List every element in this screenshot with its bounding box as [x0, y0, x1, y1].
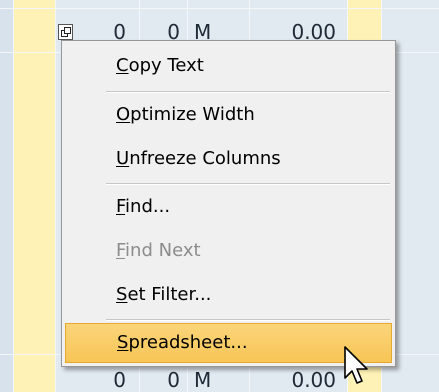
- menu-item-label: Copy Text: [116, 55, 204, 76]
- row-details-icon[interactable]: [58, 24, 73, 40]
- grid-cell-bottom-4: 0.00: [291, 368, 336, 392]
- menu-item-find[interactable]: Find...: [65, 188, 392, 228]
- grid-cell-bottom-3: M: [194, 368, 212, 392]
- menu-separator: [106, 319, 390, 321]
- menu-item-copy-text[interactable]: Copy Text: [65, 47, 392, 87]
- grid-cell-top-1: 0: [113, 20, 126, 44]
- mouse-pointer-icon: [344, 346, 368, 384]
- menu-item-label: Find Next: [116, 240, 201, 261]
- grid-cell-top-4: 0.00: [291, 20, 336, 44]
- menu-separator: [106, 91, 390, 93]
- menu-item-optimize-width[interactable]: Optimize Width: [65, 96, 392, 136]
- menu-item-find-next: Find Next: [65, 232, 392, 272]
- grid-cell-top-2: 0: [167, 20, 180, 44]
- menu-item-label: Unfreeze Columns: [116, 148, 281, 169]
- context-menu: Copy Text Optimize Width Unfreeze Column…: [61, 40, 396, 367]
- menu-item-label: Set Filter...: [116, 284, 212, 305]
- grid-cell-bottom-1: 0: [113, 368, 126, 392]
- menu-separator: [106, 183, 390, 185]
- grid-cell-bottom-2: 0: [167, 368, 180, 392]
- menu-item-label: Find...: [116, 196, 171, 217]
- menu-item-unfreeze-columns[interactable]: Unfreeze Columns: [65, 140, 392, 180]
- menu-item-set-filter[interactable]: Set Filter...: [65, 276, 392, 316]
- grid-cell-top-3: M: [194, 20, 212, 44]
- grid-column-selection[interactable]: [14, 0, 56, 392]
- grid-column-selected-left: [0, 0, 14, 392]
- menu-item-label: Optimize Width: [116, 104, 255, 125]
- menu-item-label: Spreadsheet...: [117, 332, 248, 353]
